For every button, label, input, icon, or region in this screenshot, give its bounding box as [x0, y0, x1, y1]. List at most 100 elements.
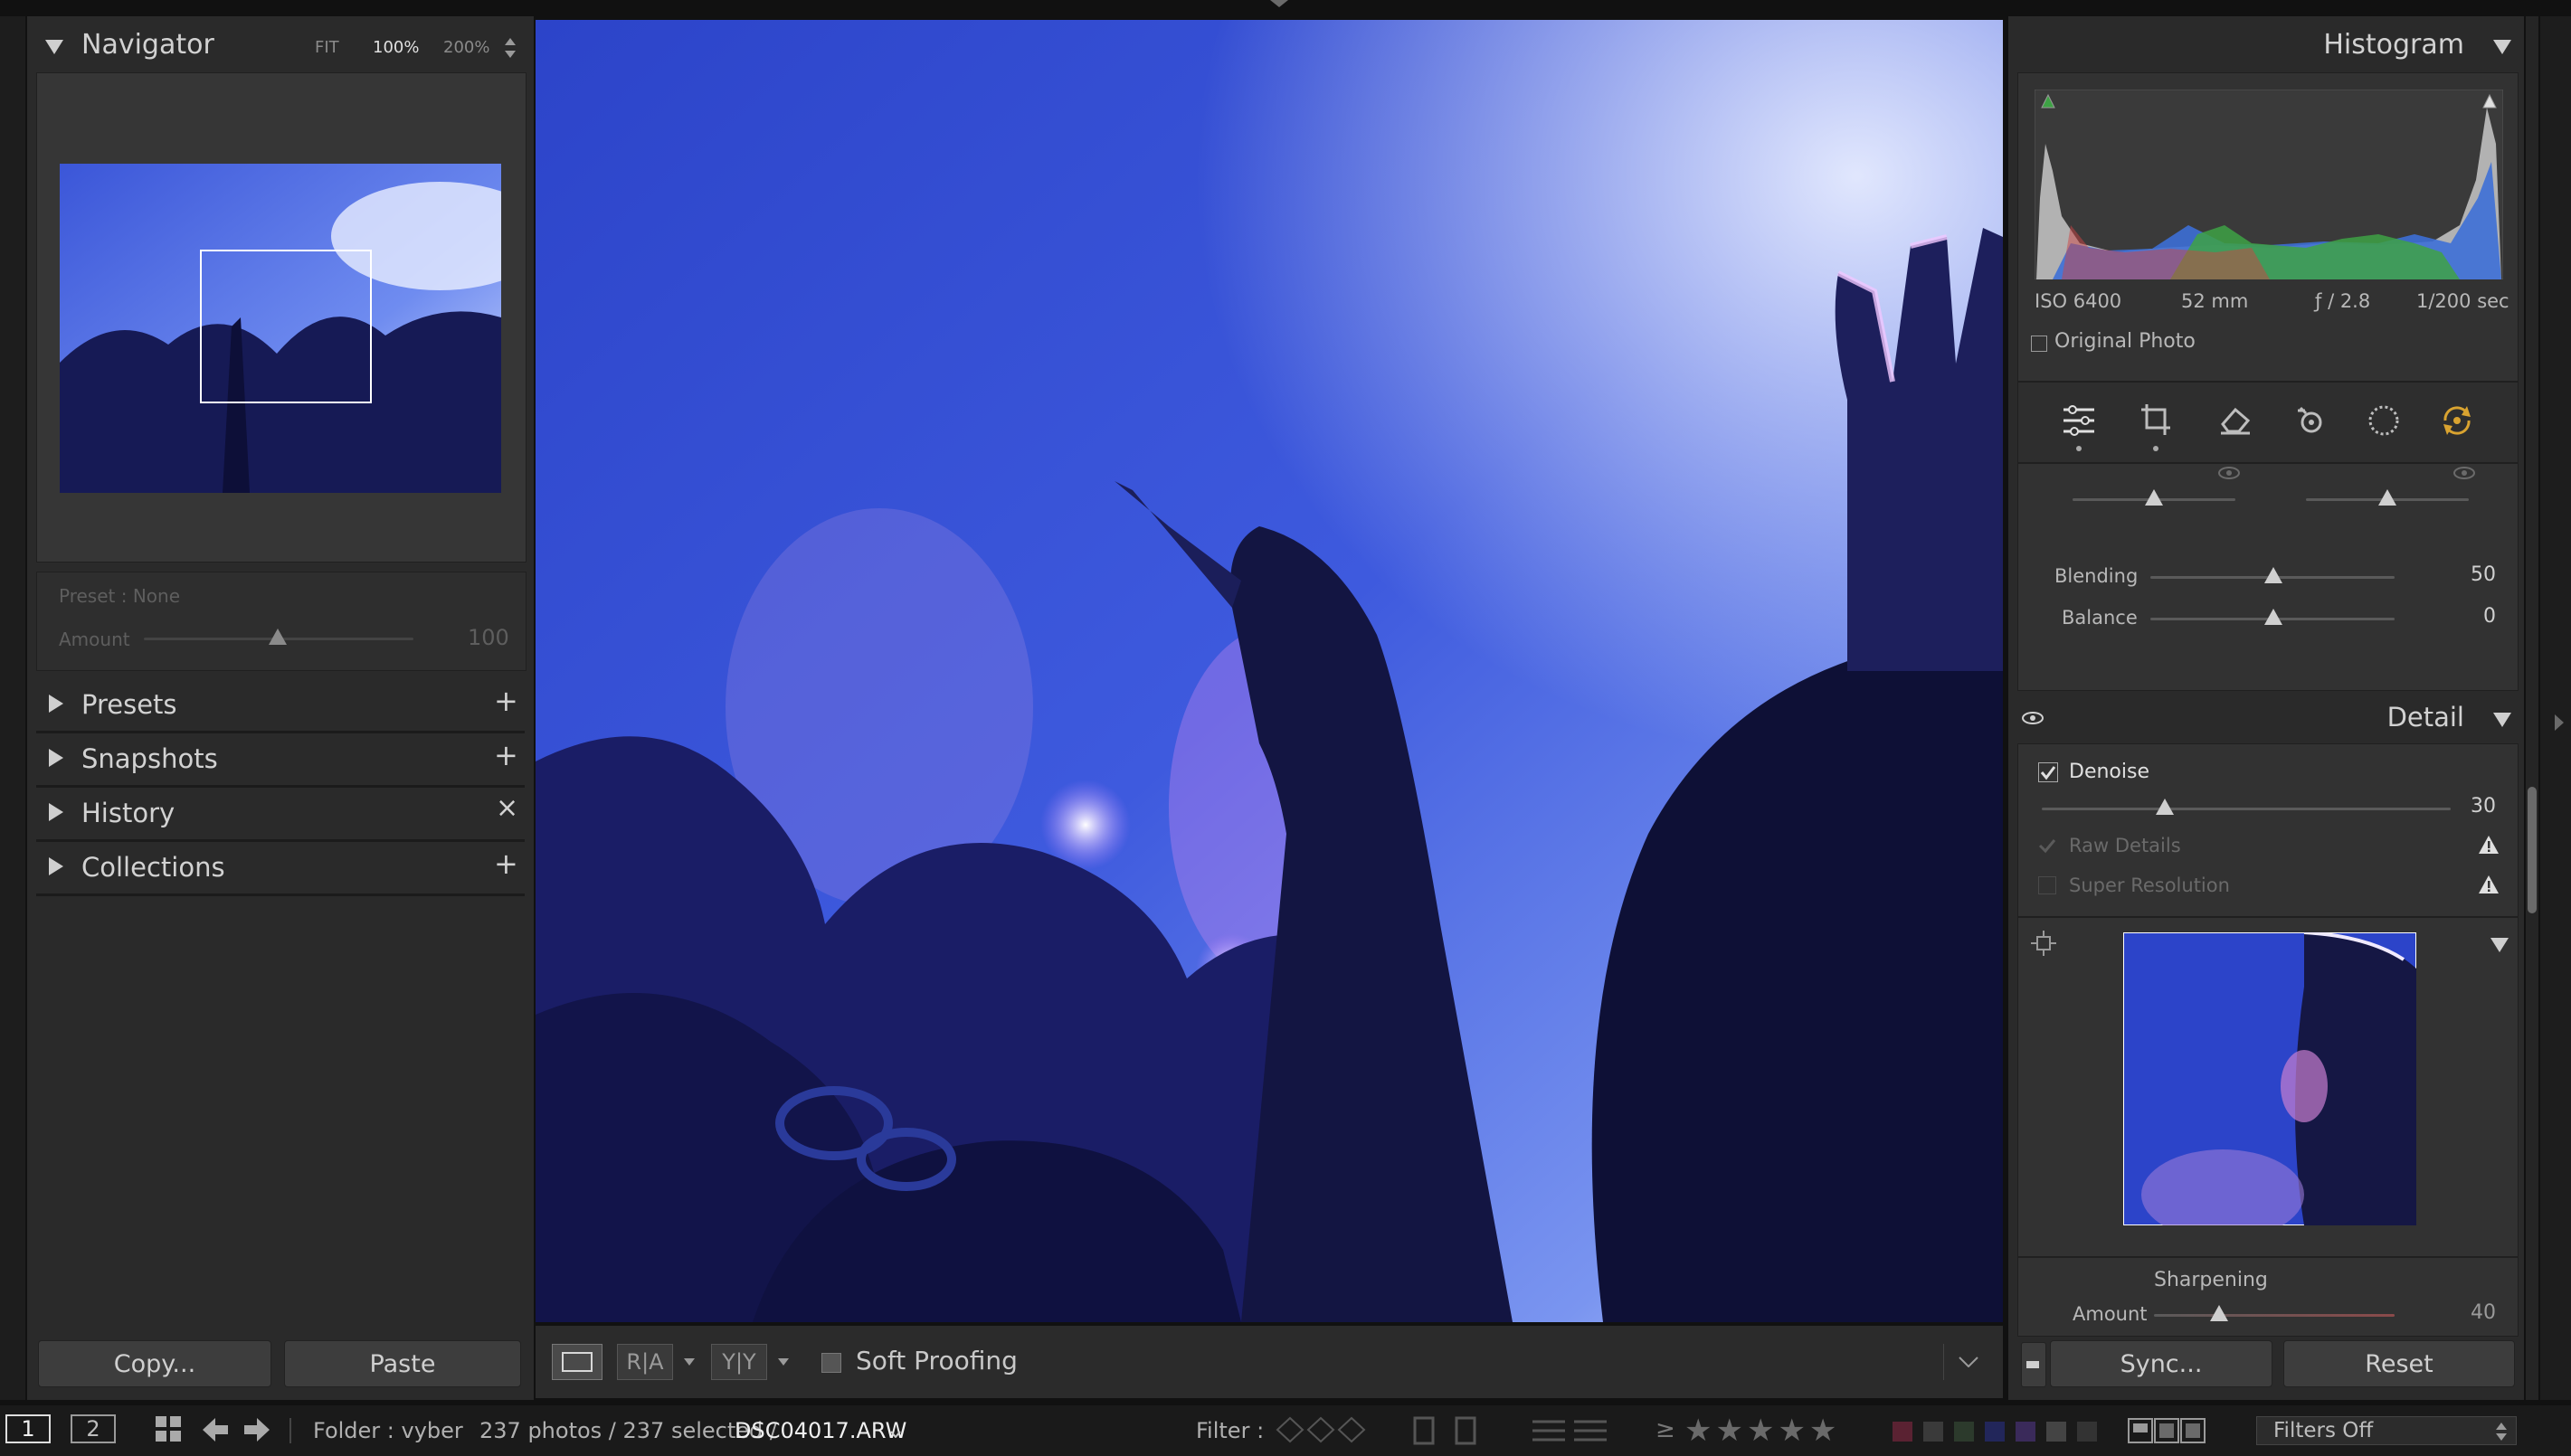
- loupe-view-icon: [562, 1352, 593, 1372]
- highlight-hue-thumb[interactable]: [2378, 489, 2396, 506]
- collapse-triangle-icon[interactable]: [2490, 936, 2509, 954]
- arrow-left-icon[interactable]: [203, 1418, 228, 1442]
- add-collection-icon[interactable]: +: [494, 846, 518, 881]
- chevron-down-icon[interactable]: [890, 1431, 901, 1438]
- loupe-view-button[interactable]: [552, 1344, 602, 1380]
- detail-zoom-preview[interactable]: [2123, 932, 2416, 1225]
- red-eye-icon[interactable]: [2295, 404, 2328, 435]
- histogram-graph[interactable]: [2035, 90, 2503, 279]
- original-photo-checkbox[interactable]: [2031, 336, 2047, 352]
- denoise-thumb[interactable]: [2156, 799, 2174, 815]
- preset-amount-label: Amount: [59, 629, 130, 650]
- blending-value[interactable]: 50: [2471, 563, 2496, 586]
- edit-sliders-icon[interactable]: [2062, 404, 2096, 437]
- reset-button[interactable]: Reset: [2283, 1340, 2515, 1387]
- photo-canvas[interactable]: [536, 20, 2003, 1322]
- view-mode-icons[interactable]: [2128, 1418, 2206, 1443]
- dropdown-arrow-icon[interactable]: [684, 1358, 695, 1366]
- denoise-value[interactable]: 30: [2471, 795, 2496, 818]
- warning-icon[interactable]: [2478, 875, 2500, 894]
- rating-operator[interactable]: ≥: [1655, 1416, 1675, 1443]
- sync-toggle[interactable]: [2021, 1342, 2046, 1387]
- center-toolbar: R|A Y|Y Soft Proofing: [536, 1326, 2003, 1398]
- sort-filter-icon[interactable]: [1529, 1414, 1610, 1447]
- balance-thumb[interactable]: [2264, 609, 2282, 625]
- color-label-green[interactable]: [1954, 1422, 1974, 1442]
- panel-expand-arrow-icon[interactable]: [2553, 713, 2566, 733]
- denoise-track[interactable]: [2042, 808, 2451, 810]
- screen-2-button[interactable]: 2: [71, 1414, 116, 1443]
- color-label-red[interactable]: [1893, 1422, 1912, 1442]
- preset-amount-thumb[interactable]: [269, 629, 287, 645]
- eye-icon[interactable]: [2021, 711, 2044, 725]
- eye-icon[interactable]: [2217, 466, 2241, 480]
- before-after-ra-button[interactable]: R|A: [617, 1344, 673, 1380]
- denoise-checkbox[interactable]: [2038, 762, 2058, 782]
- grid-view-icon[interactable]: [156, 1416, 183, 1443]
- paste-button[interactable]: Paste: [284, 1340, 521, 1387]
- color-grading-box: Blending 50 Balance 0: [2017, 463, 2519, 691]
- main-photo[interactable]: [536, 20, 2003, 1322]
- zoom-fit[interactable]: FIT: [315, 38, 339, 57]
- original-photo-label: Original Photo: [2054, 330, 2196, 353]
- section-presets[interactable]: Presets +: [36, 680, 525, 729]
- navigator-preview[interactable]: [36, 72, 527, 563]
- section-snapshots[interactable]: Snapshots +: [36, 734, 525, 783]
- before-after-yy-button[interactable]: Y|Y: [711, 1344, 767, 1380]
- right-panel-scrollbar[interactable]: [2526, 16, 2538, 1400]
- color-label-none[interactable]: [2077, 1422, 2097, 1442]
- toolbar-menu-button[interactable]: [1943, 1344, 1991, 1380]
- add-snapshot-icon[interactable]: +: [494, 738, 518, 772]
- histogram-header[interactable]: Histogram: [2008, 25, 2524, 69]
- add-preset-icon[interactable]: +: [494, 684, 518, 718]
- color-label-blue[interactable]: [1985, 1422, 2005, 1442]
- sync-presets-icon[interactable]: [2440, 404, 2474, 437]
- sharpening-amount-value[interactable]: 40: [2471, 1301, 2496, 1324]
- preset-box: Preset : None Amount 100: [36, 572, 527, 671]
- super-resolution-label: Super Resolution: [2069, 875, 2230, 896]
- edited-filter-icon[interactable]: [1411, 1414, 1484, 1447]
- eraser-icon[interactable]: [2219, 404, 2252, 435]
- masking-icon[interactable]: [2367, 404, 2400, 437]
- copy-button[interactable]: Copy...: [38, 1340, 271, 1387]
- zoom-200[interactable]: 200%: [443, 38, 489, 57]
- zoom-stepper-icon[interactable]: [505, 38, 516, 58]
- section-collections[interactable]: Collections +: [36, 843, 525, 892]
- blending-thumb[interactable]: [2264, 567, 2282, 583]
- dropdown-arrow-icon[interactable]: [778, 1358, 789, 1366]
- zoom-100[interactable]: 100%: [373, 38, 419, 57]
- sharpening-amount-track[interactable]: [2154, 1314, 2395, 1317]
- detail-header[interactable]: Detail: [2017, 695, 2517, 742]
- color-label-custom[interactable]: [2046, 1422, 2066, 1442]
- super-resolution-checkbox[interactable]: [2038, 876, 2056, 894]
- filters-off-dropdown[interactable]: Filters Off: [2256, 1416, 2517, 1445]
- exif-iso: ISO 6400: [2035, 290, 2122, 312]
- crop-icon[interactable]: [2139, 402, 2172, 437]
- right-panel: Histogram ISO 6400 52 mm ƒ / 2.8 1/200 s…: [2008, 16, 2524, 1400]
- arrow-right-icon[interactable]: [244, 1418, 270, 1442]
- soft-proofing-checkbox[interactable]: [821, 1353, 841, 1373]
- navigator-thumbnail[interactable]: [60, 164, 501, 493]
- color-label-yellow[interactable]: [1923, 1422, 1943, 1442]
- warning-icon[interactable]: [2478, 835, 2500, 855]
- shadow-hue-thumb[interactable]: [2145, 489, 2163, 506]
- flag-filter-icon[interactable]: [1274, 1414, 1373, 1445]
- scrollbar-thumb[interactable]: [2528, 787, 2537, 913]
- right-edge-strip: [2540, 16, 2571, 1400]
- target-crosshair-icon[interactable]: [2031, 931, 2056, 956]
- color-label-purple[interactable]: [2016, 1422, 2035, 1442]
- top-panel-arrow-icon[interactable]: [1270, 0, 1288, 7]
- sync-button[interactable]: Sync...: [2050, 1340, 2272, 1387]
- sharpening-amount-thumb[interactable]: [2210, 1305, 2228, 1321]
- clear-history-icon[interactable]: ×: [496, 792, 518, 824]
- eye-icon[interactable]: [2452, 466, 2476, 480]
- navigator-header[interactable]: Navigator FIT 100% 200%: [27, 25, 534, 69]
- balance-value[interactable]: 0: [2483, 605, 2496, 628]
- current-filename[interactable]: DSC04017.ARW: [735, 1418, 906, 1443]
- screen-1-button[interactable]: 1: [5, 1414, 51, 1443]
- rating-stars[interactable]: ★★★★★: [1684, 1413, 1840, 1449]
- denoise-box: Denoise 30 Raw Details Super Resolution: [2017, 743, 2519, 917]
- expand-triangle-icon: [49, 695, 63, 713]
- checkmark-icon[interactable]: [2038, 837, 2056, 855]
- section-history[interactable]: History ×: [36, 789, 525, 837]
